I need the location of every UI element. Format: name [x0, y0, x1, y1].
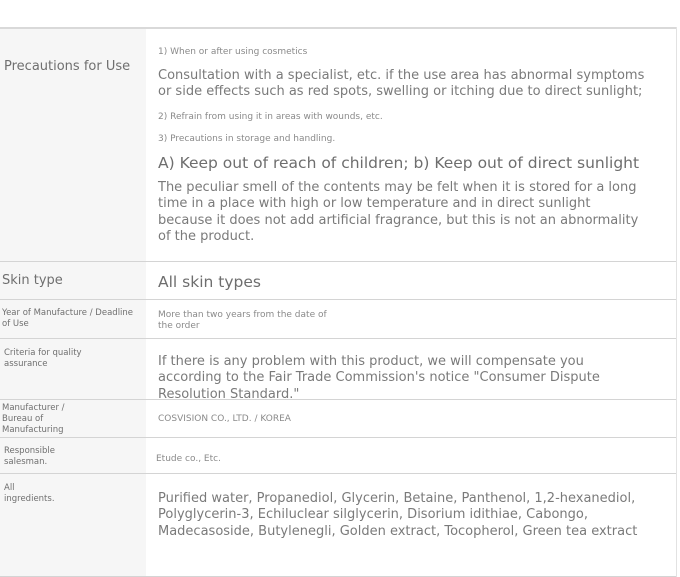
- manufacturer-label: Manufacturer / Bureau of Manufacturing: [2, 403, 65, 436]
- manufacture-date-label: Year of Manufacture / Deadline of Use: [2, 308, 134, 330]
- precaution-item-3-heading: 3) Precautions in storage and handling.: [158, 134, 336, 144]
- row-value: Purified water, Propanediol, Glycerin, B…: [146, 474, 677, 576]
- quality-assurance-label: Criteria for quality assurance: [4, 348, 82, 370]
- precaution-item-1-heading: 1) When or after using cosmetics: [158, 47, 308, 57]
- table-row-manufacturer: Manufacturer / Bureau of Manufacturing C…: [0, 400, 677, 438]
- table-row-quality-assurance: Criteria for quality assurance If there …: [0, 339, 677, 402]
- precautions-label: Precautions for Use: [4, 59, 131, 74]
- salesman-label: Responsible salesman.: [4, 446, 55, 468]
- row-header: All ingredients.: [0, 474, 146, 576]
- row-header: Skin type: [0, 262, 146, 299]
- precaution-item-1-text: Consultation with a specialist, etc. if …: [158, 68, 645, 100]
- table-row-salesman: Responsible salesman. Etude co., Etc.: [0, 438, 677, 474]
- precaution-item-2-heading: 2) Refrain from using it in areas with w…: [158, 112, 383, 122]
- precaution-item-3-text: A) Keep out of reach of children; b) Kee…: [158, 154, 640, 172]
- row-value: 1) When or after using cosmetics Consult…: [146, 29, 677, 261]
- row-value: If there is any problem with this produc…: [146, 339, 677, 402]
- skin-type-label: Skin type: [2, 273, 63, 288]
- row-value: Etude co., Etc.: [146, 438, 677, 473]
- row-value: COSVISION CO., LTD. / KOREA: [146, 400, 677, 437]
- row-value: More than two years from the date of the…: [146, 300, 677, 338]
- row-header: Responsible salesman.: [0, 438, 146, 473]
- quality-assurance-value: If there is any problem with this produc…: [158, 354, 600, 402]
- ingredients-label: All ingredients.: [4, 483, 55, 505]
- row-header: Manufacturer / Bureau of Manufacturing: [0, 400, 146, 437]
- table-right-border: [676, 27, 677, 577]
- manufacture-date-value: More than two years from the date of the…: [158, 310, 327, 332]
- manufacturer-value: COSVISION CO., LTD. / KOREA: [158, 414, 291, 424]
- row-header: Year of Manufacture / Deadline of Use: [0, 300, 146, 338]
- precaution-note: The peculiar smell of the contents may b…: [158, 180, 639, 244]
- table-row-ingredients: All ingredients. Purified water, Propane…: [0, 474, 677, 577]
- table-row-precautions: Precautions for Use 1) When or after usi…: [0, 29, 677, 262]
- table-row-manufacture-date: Year of Manufacture / Deadline of Use Mo…: [0, 300, 677, 339]
- skin-type-value: All skin types: [158, 273, 261, 291]
- table-row-skin-type: Skin type All skin types: [0, 262, 677, 300]
- salesman-value: Etude co., Etc.: [156, 454, 221, 464]
- ingredients-value: Purified water, Propanediol, Glycerin, B…: [158, 491, 638, 539]
- row-value: All skin types: [146, 262, 677, 299]
- row-header: Precautions for Use: [0, 29, 146, 261]
- row-header: Criteria for quality assurance: [0, 339, 146, 399]
